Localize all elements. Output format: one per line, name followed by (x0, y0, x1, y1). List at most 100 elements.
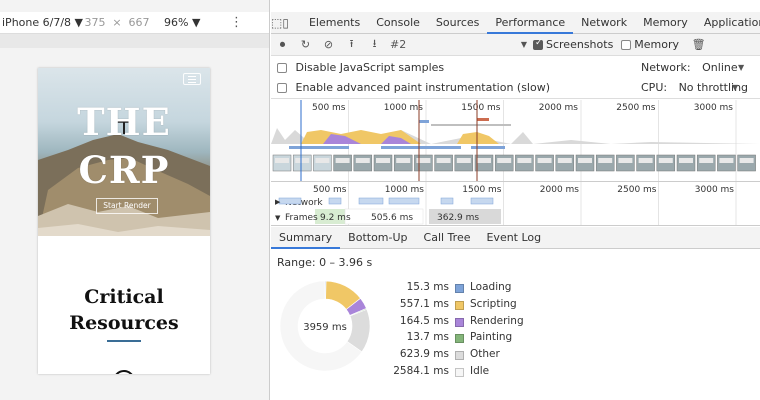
disable-js-row: Disable JavaScript samples (277, 58, 444, 78)
network-expand-icon[interactable]: ▶ (275, 198, 281, 206)
dimension-times: × (112, 16, 122, 29)
record-icon[interactable]: ⏺ (271, 38, 294, 52)
capture-settings: Disable JavaScript samples Enable advanc… (271, 57, 760, 99)
cpu-dropdown-icon[interactable]: ▼ (732, 83, 738, 92)
legend-value: 15.3 ms (406, 281, 449, 293)
device-toggle-icon[interactable]: ▯ (282, 16, 289, 30)
clear-icon[interactable]: ⊘ (317, 38, 340, 51)
frames-expand-icon[interactable]: ▼ (275, 214, 281, 222)
frames-track-label: Frames (285, 213, 318, 223)
track-tick-label: 2500 ms (617, 185, 657, 195)
screenshot-thumbnail-detail (638, 158, 653, 163)
heading-underline (107, 340, 141, 342)
scripting-activity-area (457, 132, 499, 144)
network-request-bar (278, 197, 302, 205)
profile-select[interactable]: #2 (390, 38, 515, 51)
disable-js-label: Disable JavaScript samples (295, 61, 445, 74)
screenshot-thumbnail-detail (537, 158, 552, 163)
network-bar (289, 146, 349, 149)
tab-network[interactable]: Network (573, 12, 635, 34)
network-request-bar (440, 197, 454, 205)
summary-tab-bottom-up[interactable]: Bottom-Up (340, 227, 415, 249)
screenshot-thumbnail-detail (679, 158, 693, 163)
range-label: Range: 0 – 3.96 s (277, 256, 373, 269)
overview-tick-label: 2000 ms (539, 103, 579, 113)
network-request-bar (470, 197, 494, 205)
tracks-chart: 500 ms 1000 ms 1500 ms 2000 ms 2500 ms 3000 m… (275, 182, 737, 225)
legend-swatch (455, 351, 464, 361)
tab-application[interactable]: Application (696, 12, 760, 34)
tab-memory[interactable]: Memory (635, 12, 696, 34)
performance-toolbar: ⏺ ↻ ⊘ ⭱ ⭳ #2 ▼ Screenshots Memory 🗑 (271, 34, 760, 56)
screenshot-thumbnail-detail (618, 158, 633, 163)
legend-swatch (455, 300, 464, 310)
hero-title-line1: THE (77, 100, 171, 144)
garbage-collect-icon[interactable]: 🗑 (687, 38, 710, 51)
device-ruler (0, 34, 269, 48)
legend-row-loading: 15.3 ms Loading (379, 281, 579, 298)
screenshot-thumbnail-detail (719, 158, 734, 163)
overview-tick-label: 1500 ms (461, 103, 501, 113)
network-value[interactable]: Online (702, 61, 737, 74)
tab-elements[interactable]: Elements (301, 12, 368, 34)
legend-value: 557.1 ms (399, 297, 449, 310)
legend-label: Rendering (470, 314, 524, 327)
timing-tracks[interactable]: 500 ms 1000 ms 1500 ms 2000 ms 2500 ms 3000 m… (271, 182, 760, 226)
legend-label: Painting (470, 331, 513, 344)
track-tick-label: 1500 ms (462, 185, 502, 195)
screenshot-thumbnail-detail (699, 158, 714, 163)
hero-banner: THE CRP Start Render (38, 68, 210, 236)
summary-donut-chart: 3959 ms (279, 280, 371, 372)
legend-swatch (455, 334, 464, 344)
partial-circle-icon (113, 370, 135, 374)
screenshot-thumbnail-detail (598, 158, 613, 163)
save-profile-icon[interactable]: ⭳ (363, 35, 386, 54)
tab-console[interactable]: Console (368, 12, 428, 34)
device-width[interactable]: 375 (80, 16, 110, 29)
network-throttle[interactable]: Network: Online (641, 58, 738, 78)
summary-tab-summary[interactable]: Summary (271, 227, 341, 249)
screenshot-thumbnail-detail (396, 158, 411, 163)
network-request-bar (328, 197, 342, 205)
timeline-overview[interactable]: 500 ms 1000 ms 1500 ms 2000 ms 2500 ms 3000 m… (271, 100, 760, 182)
disable-js-checkbox[interactable] (277, 63, 287, 73)
overview-tick-label: 1000 ms (384, 103, 424, 113)
network-bar (431, 124, 511, 126)
network-label: Network: (641, 61, 691, 74)
paint-instrumentation-checkbox[interactable] (277, 83, 287, 93)
screenshot-thumbnail-detail (456, 158, 471, 163)
legend-value: 623.9 ms (399, 348, 449, 361)
screenshot-thumbnail-detail (376, 158, 390, 163)
summary-tabbar: Summary Bottom-Up Call Tree Event Log (271, 227, 760, 249)
summary-tab-event-log[interactable]: Event Log (478, 227, 549, 249)
network-request-bar (388, 197, 420, 205)
start-render-button[interactable]: Start Render (96, 198, 158, 214)
inspect-element-icon[interactable]: ⬚ (271, 16, 282, 30)
tab-performance[interactable]: Performance (487, 12, 574, 34)
tab-sources[interactable]: Sources (428, 12, 488, 34)
track-tick-label: 500 ms (313, 185, 347, 195)
frame-duration-label: 505.6 ms (371, 213, 413, 223)
devtools-tabs: Elements Console Sources Performance Network… (301, 12, 760, 34)
load-profile-icon[interactable]: ⭱ (340, 35, 363, 54)
screenshot-thumbnail-detail (315, 158, 330, 163)
loading-mark (419, 120, 429, 123)
network-dropdown-icon[interactable]: ▼ (738, 63, 744, 72)
emulated-page: THE CRP Start Render Critical Resources (38, 68, 210, 374)
device-height[interactable]: 667 (124, 16, 154, 29)
screenshot-thumbnail-detail (295, 158, 310, 163)
legend-row-other: 623.9 ms Other (379, 348, 579, 365)
device-select[interactable]: iPhone 6/7/8 ▼ (0, 16, 83, 29)
screenshots-checkbox[interactable] (533, 38, 543, 50)
reload-icon[interactable]: ↻ (294, 38, 317, 51)
more-options-icon[interactable]: ⋮ (230, 15, 243, 30)
screenshot-thumbnail-detail (739, 158, 754, 163)
legend-value: 2584.1 ms (393, 364, 449, 377)
zoom-select[interactable]: 96% ▼ (164, 16, 208, 29)
summary-tab-call-tree[interactable]: Call Tree (416, 227, 479, 249)
profile-dropdown-icon[interactable]: ▼ (515, 40, 533, 49)
memory-checkbox[interactable] (621, 39, 632, 50)
legend-label: Loading (470, 281, 512, 293)
hamburger-menu-icon[interactable] (183, 73, 201, 85)
memory-label: Memory (634, 38, 680, 51)
